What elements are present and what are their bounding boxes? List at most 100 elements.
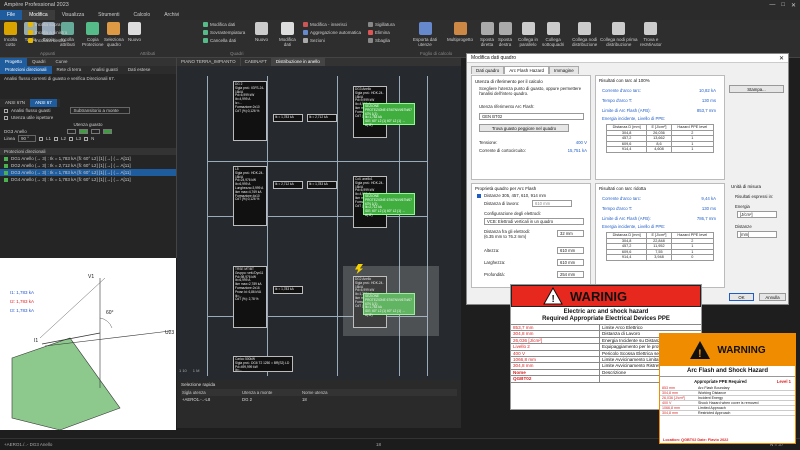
stampa-button[interactable]: Stampa... [729, 85, 784, 93]
table-row[interactable]: +AERO1.-..-L8 DG 2 18 [181, 396, 457, 403]
utenza-select[interactable]: GEN BT02 [479, 113, 584, 120]
ribbon-small-item-5[interactable]: Cancella dati [203, 38, 236, 43]
menu-file[interactable]: File [0, 10, 23, 20]
protection-item[interactable]: DG1 Anello (→ 3) : Ik = 1,783 kA [fi: 60… [0, 155, 176, 162]
close-button[interactable]: ✕ [791, 2, 796, 9]
ribbon-small-item-9[interactable]: Sigillatura [368, 22, 395, 27]
find-icon [644, 22, 658, 35]
phase-box-n[interactable] [103, 129, 112, 134]
ribbon-small-item-2[interactable]: Incolla a destra [28, 38, 66, 43]
ribbon-button-0[interactable]: Incolla cotto [4, 22, 17, 47]
angle-input[interactable]: 90 ° [18, 135, 37, 142]
l1-checkbox[interactable] [39, 136, 44, 141]
larghezza-label: Larghezza: [484, 260, 506, 265]
n-checkbox[interactable] [84, 136, 89, 141]
ribbon-small-item-11[interactable]: Sbaglia [368, 38, 390, 43]
tab-piano-terra[interactable]: PIANO TERRA_IMPIANTO [177, 58, 241, 66]
l2-checkbox[interactable] [54, 136, 59, 141]
phase-box-l2[interactable] [79, 129, 88, 134]
utenza-checkbox[interactable] [4, 115, 8, 120]
ribbon-small-item-0[interactable]: Incolla sopra [28, 22, 61, 27]
tab-rete-terra[interactable]: Rete di terra [52, 66, 87, 74]
tab-dati-quadro[interactable]: Dati quadro [471, 66, 505, 74]
tab-arc-flash[interactable]: Arc Flash Hazard [504, 66, 550, 74]
ok-button[interactable]: OK [729, 293, 754, 301]
ribbon-button-label: Collega nodi distribuzione [572, 37, 598, 47]
angle-text: 60° [106, 310, 114, 316]
direction-select[interactable]: Subtransitorio a monte [69, 107, 130, 114]
profondita-input[interactable]: 254 mm [557, 271, 584, 278]
ribbon-small-item-7[interactable]: Aggregazione automatica [303, 30, 361, 35]
utility-block[interactable]: TRSE MT/BT Gruppo: vett./Dyn11 Pd=98,976 k… [233, 266, 267, 328]
ribbon-small-item-10[interactable]: Elimina [368, 30, 390, 35]
protection-67-block[interactable]: SEZIONE PROTEZIONE 67/67N/VI/67N/67 67N 1(… [363, 103, 415, 127]
ribbon-button-15[interactable]: Collega nodi distribuzione [572, 22, 597, 47]
config-select[interactable]: VCB: Elettrodi verticali in un quadro [484, 218, 584, 225]
l2-label: L2 [61, 136, 67, 141]
tab-analisi-guasti[interactable]: Analisi guasti [86, 66, 123, 74]
tarc-rid-value: 130 ms [701, 206, 716, 211]
tab-progetto[interactable]: Progetto [0, 58, 28, 66]
ribbon-small-item-6[interactable]: Modifica - inserisci [303, 22, 347, 27]
schematic-canvas[interactable]: PIANO TERRA_IMPIANTO CABINAFT Distribuzi… [177, 58, 461, 428]
ribbon-small-item-8[interactable]: Sezioni [303, 38, 325, 43]
ribbon-button-13[interactable]: Collega in parallelo [518, 22, 538, 47]
gap-input[interactable]: 32 mm [557, 230, 584, 237]
tab-distribuzione-anello[interactable]: Distribuzione in anello [271, 58, 325, 66]
tab-dati-estese[interactable]: Dati estese [123, 66, 156, 74]
ribbon-button-8[interactable]: Modifica dati [279, 22, 296, 47]
distanze-unit-select[interactable]: [mm] [737, 231, 777, 238]
energia-unit-select[interactable]: [J/cm²] [737, 211, 777, 218]
menu-modifica[interactable]: Modifica [22, 10, 55, 20]
tab-quadri[interactable]: Quadri [27, 58, 51, 66]
menu-visualizza[interactable]: Visualizza [55, 10, 91, 20]
utility-block[interactable]: L8 Sigla prot.: HDK-24-16k/A Pd=24,976 kW I… [233, 166, 267, 226]
ribbon-button-14[interactable]: Collega sottoquadri [542, 22, 564, 47]
tab-protezioni-direzionali[interactable]: Protezioni direzionali [0, 66, 52, 74]
ribbon-button-6[interactable]: Nuovo [128, 22, 141, 42]
l3-checkbox[interactable] [69, 136, 74, 141]
energy-table-100: Distanza D [mm] E [J/cm²] Hazard PPE level… [605, 124, 715, 153]
utility-block[interactable]: DG 2 Sigla prot.: IGFS-24-16k/A Pd=6,999 k… [233, 81, 267, 141]
protection-item[interactable]: DG2 Anello (→ 3) : Ik = 2,712 kA [fi: 60… [0, 162, 176, 169]
ribbon-button-9[interactable]: Esporta dati utenze [413, 22, 437, 47]
phase-box-l1[interactable] [67, 129, 76, 134]
ribbon-small-item-1[interactable]: Incolla a sinistra [28, 30, 67, 35]
protection-67-block[interactable]: SEZIONE PROTEZIONE 67/67N/VI/67N/67 67N 1(… [363, 193, 415, 217]
larghezza-input[interactable]: 610 mm [557, 259, 584, 266]
protection-item[interactable]: DG4 Anello (→ 3) : Ik = 1,783 kA [fi: 60… [0, 176, 176, 183]
dialog-close-icon[interactable]: ✕ [779, 55, 784, 62]
menu-calcolo[interactable]: Calcolo [127, 10, 158, 20]
tab-curve[interactable]: Curve [51, 58, 73, 66]
menu-strumenti[interactable]: Strumenti [91, 10, 126, 20]
phase-box-l3[interactable] [91, 129, 100, 134]
label2-value: 304,8 mm [662, 411, 678, 415]
ribbon-button-11[interactable]: Sposta diretta [480, 22, 494, 47]
ribbon-button-5[interactable]: Seleziona quadro [104, 22, 124, 47]
ribbon-small-item-4[interactable]: Sovrastempiatura [203, 30, 245, 35]
label1-title: WARINIG [570, 288, 628, 304]
ribbon-button-17[interactable]: Trova e recMiAutor [640, 22, 662, 47]
selected-utenza[interactable]: DG3 Anello [4, 129, 64, 134]
menu-archivi[interactable]: Archivi [157, 10, 186, 20]
ribbon-button-4[interactable]: Copia Protezione [82, 22, 104, 47]
altezza-input[interactable]: 610 mm [557, 247, 584, 254]
ribbon-button-12[interactable]: Sposta destra [498, 22, 512, 47]
maximize-button[interactable]: □ [781, 2, 785, 9]
tab-cabina[interactable]: CABINAFT [241, 58, 272, 66]
minimize-button[interactable]: — [769, 2, 775, 9]
analisi-flusso-checkbox[interactable] [4, 108, 8, 113]
ribbon-small-item-label: Elimina [375, 30, 390, 35]
distanze-checkbox[interactable] [477, 194, 481, 198]
ribbon-button-7[interactable]: Nuovo [255, 22, 268, 42]
tab-ansi-67n[interactable]: ANSI 67N [0, 99, 30, 107]
annulla-button[interactable]: Annulla [759, 293, 786, 301]
ribbon-button-16[interactable]: Collega nodi prima distribuzione [600, 22, 638, 47]
protection-item[interactable]: DG3 Anello (→ 3) : Ik = 1,783 kA [fi: 60… [0, 169, 176, 176]
ribbon-small-item-3[interactable]: Modifica dati [203, 22, 235, 27]
tab-ansi-67[interactable]: ANSI 67 [30, 99, 57, 107]
find-worst-button[interactable]: Trova guasto peggiore nel quadro [479, 124, 569, 132]
tab-immagine[interactable]: Immagine [549, 66, 579, 74]
distanza-input[interactable]: 610 mm [532, 200, 572, 207]
ribbon-button-10[interactable]: Multiprogetto [447, 22, 473, 42]
